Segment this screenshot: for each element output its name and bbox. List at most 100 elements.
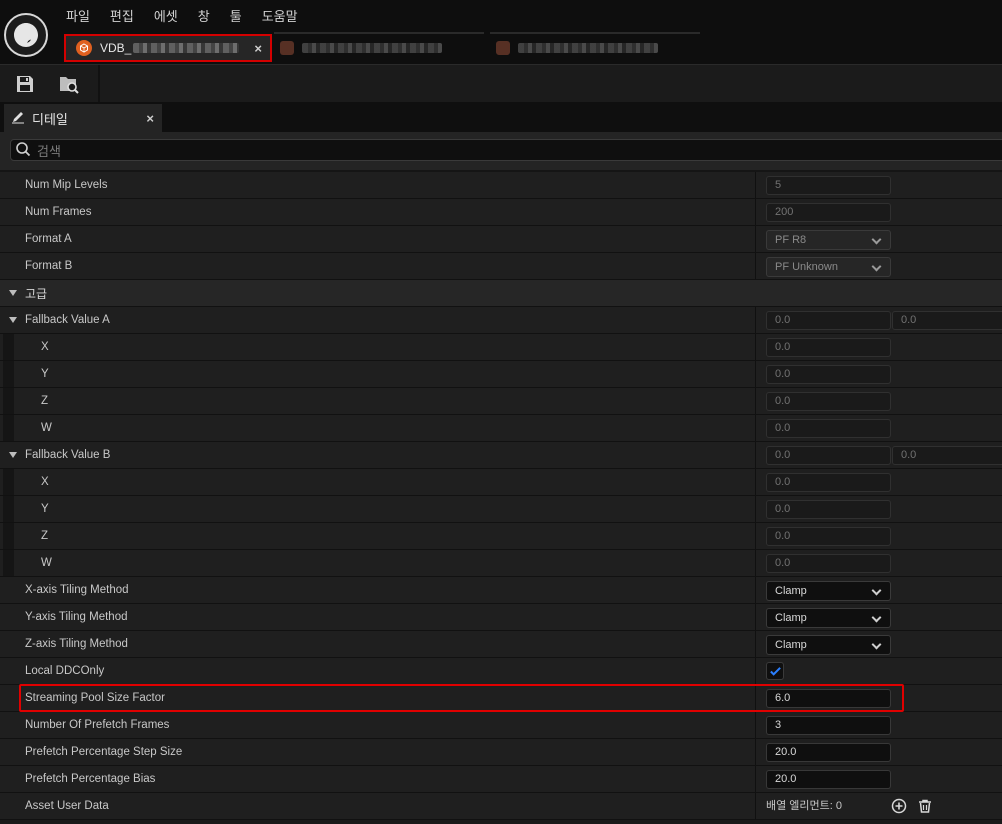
value-input[interactable]: 0.0 [766,527,891,546]
property-label: Local DDCOnly [25,665,105,677]
property-label: W [41,422,52,434]
asset-toolbar [0,64,1002,103]
property-row-w: W 0.0 [0,550,1002,577]
asset-tab-label: VDB_ [100,41,132,55]
document-tabs: VDB_ × [60,32,700,64]
property-label: Number Of Prefetch Frames [25,719,170,731]
vector-component-input[interactable]: 0.0 [766,446,891,465]
property-name-cell: X [0,469,754,495]
indent-bar [3,388,14,414]
property-label: Z [41,395,49,407]
vector-component-input[interactable]: 0.0 [892,311,1002,330]
menu-item-0[interactable]: 파일 [56,4,100,30]
value-input[interactable]: 3 [766,716,891,735]
vector-component-input[interactable]: 0.0 [892,446,1002,465]
close-tab-icon[interactable]: × [254,41,262,56]
property-label: X [41,476,49,488]
checkbox[interactable] [766,662,784,680]
property-label: Prefetch Percentage Bias [25,773,156,785]
property-value-cell: 5 [755,172,1002,198]
value-input[interactable]: 20.0 [766,743,891,762]
value-input[interactable]: 0.0 [766,365,891,384]
property-name-cell: X-axis Tiling Method [0,577,754,603]
delete-all-icon[interactable] [916,797,934,815]
property-value-cell: Clamp [755,631,1002,657]
property-row-asset-user-data: Asset User Data 배열 엘리먼트: 0 [0,793,1002,820]
property-name-cell: 고급 [0,280,754,306]
dropdown-combo[interactable]: PF Unknown [766,257,891,277]
property-row-y: Y 0.0 [0,361,1002,388]
value-input[interactable]: 0.0 [766,500,891,519]
menu-item-5[interactable]: 도움말 [252,4,308,30]
dropdown-combo[interactable]: Clamp [766,581,891,601]
value-input[interactable]: 5 [766,176,891,195]
expand-arrow-icon[interactable] [9,452,17,458]
property-name-cell: Fallback Value A [0,307,754,333]
property-value-cell [755,658,1002,684]
asset-editor-tab[interactable]: VDB_ × [64,34,272,62]
close-panel-icon[interactable]: × [146,111,154,126]
value-input[interactable]: 6.0 [766,689,891,708]
menu-item-1[interactable]: 편집 [100,4,144,30]
menu-item-4[interactable]: 툴 [220,4,252,30]
add-element-icon[interactable] [890,797,908,815]
expand-arrow-icon[interactable] [9,317,17,323]
property-label: X [41,341,49,353]
chevron-down-icon [871,261,882,272]
property-name-cell: Streaming Pool Size Factor [0,685,754,711]
property-name-cell: Format B [0,253,754,279]
value-input[interactable]: 200 [766,203,891,222]
expand-arrow-icon[interactable] [9,290,17,296]
dropdown-value: PF R8 [775,234,807,246]
property-row-fallback-value-a: Fallback Value A 0.0 0.0 [0,307,1002,334]
property-row-format-a: Format A PF R8 [0,226,1002,253]
chevron-down-icon [871,585,882,596]
search-row: 검색 [0,132,1002,170]
value-input[interactable]: 0.0 [766,392,891,411]
search-icon [15,141,31,160]
property-label: Asset User Data [25,800,109,812]
property-row-num-mip-levels: Num Mip Levels 5 [0,172,1002,199]
save-icon[interactable] [12,71,38,97]
search-input[interactable]: 검색 [10,139,1002,161]
value-input[interactable]: 0.0 [766,338,891,357]
value-input[interactable]: 0.0 [766,473,891,492]
property-row-y: Y 0.0 [0,496,1002,523]
value-input[interactable]: 0.0 [766,419,891,438]
property-name-cell: W [0,550,754,576]
property-name-cell: Z [0,523,754,549]
dropdown-combo[interactable]: Clamp [766,635,891,655]
dropdown-combo[interactable]: Clamp [766,608,891,628]
indent-bar [3,361,14,387]
property-value-cell: 20.0 [755,766,1002,792]
property-row-prefetch-percentage-step-size: Prefetch Percentage Step Size 20.0 [0,739,1002,766]
background-tab-2[interactable] [490,32,700,62]
dropdown-combo[interactable]: PF R8 [766,230,891,250]
value-input[interactable]: 0.0 [766,554,891,573]
property-value-cell: 20.0 [755,739,1002,765]
details-pencil-icon [10,109,26,128]
indent-bar [3,523,14,549]
property-label: Fallback Value A [25,314,110,326]
search-placeholder: 검색 [37,143,61,159]
redacted-tab-label [302,43,442,53]
property-label: 고급 [25,286,48,301]
property-value-cell: 0.0 [755,523,1002,549]
menu-item-3[interactable]: 창 [188,4,220,30]
details-panel-label: 디테일 [32,111,68,127]
dropdown-value: Clamp [775,639,807,651]
details-panel-tab[interactable]: 디테일 × [4,104,162,132]
property-value-cell: Clamp [755,604,1002,630]
property-row-prefetch-percentage-bias: Prefetch Percentage Bias 20.0 [0,766,1002,793]
property-row-y-axis-tiling-method: Y-axis Tiling Method Clamp [0,604,1002,631]
dropdown-value: PF Unknown [775,261,838,273]
background-tab-1[interactable] [274,32,484,62]
property-label: Num Mip Levels [25,179,108,191]
property-label: Prefetch Percentage Step Size [25,746,183,758]
menu-item-2[interactable]: 에셋 [144,4,188,30]
value-input[interactable]: 20.0 [766,770,891,789]
browse-asset-icon[interactable] [56,71,82,97]
property-name-cell: Num Frames [0,199,754,225]
vector-component-input[interactable]: 0.0 [766,311,891,330]
unreal-logo-icon[interactable] [4,13,48,57]
